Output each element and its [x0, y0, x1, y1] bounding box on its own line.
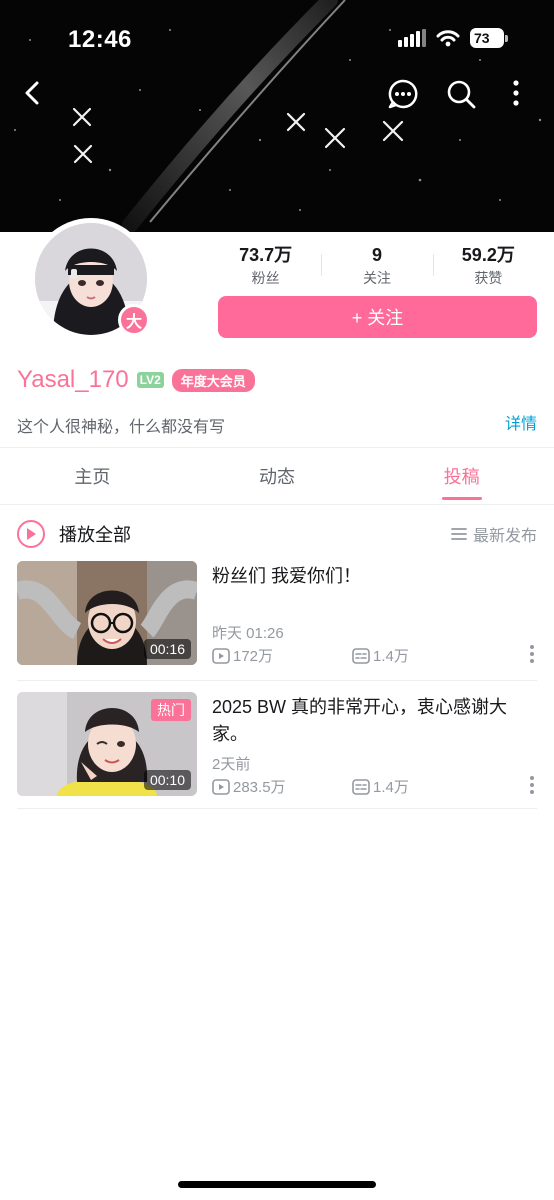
- divider: [17, 808, 537, 809]
- views-count: 172万: [233, 648, 274, 665]
- more-options-button[interactable]: [512, 80, 520, 111]
- video-more-button[interactable]: [529, 644, 535, 668]
- video-comments: 1.4万: [352, 645, 409, 666]
- vip-badge: 大: [118, 304, 150, 336]
- vertical-ellipsis-icon: [530, 775, 534, 794]
- comments-count: 1.4万: [373, 779, 409, 796]
- tab-dynamics[interactable]: 动态: [185, 448, 370, 504]
- battery-level: 73: [470, 28, 504, 48]
- search-icon: [447, 80, 476, 109]
- divider: [17, 680, 537, 681]
- video-duration: 00:10: [143, 770, 191, 790]
- video-comments: 1.4万: [352, 776, 409, 797]
- play-icon: [27, 528, 36, 540]
- video-views: 172万: [212, 645, 273, 666]
- status-time: 12:46: [68, 26, 132, 53]
- play-count-icon: [212, 647, 230, 664]
- stat-label: 获赞: [474, 270, 503, 286]
- play-count-icon: [212, 778, 230, 795]
- member-badge[interactable]: 年度大会员: [171, 368, 255, 392]
- vertical-ellipsis-icon: [530, 644, 534, 663]
- profile-stats: 73.7万 粉丝 9 关注 59.2万 获赞: [210, 244, 544, 288]
- divider: [0, 504, 554, 505]
- stat-value: 73.7万: [239, 245, 293, 265]
- video-item[interactable]: 热门 00:10 2025 BW 真的非常开心，衷心感谢大家。 2天前 283.…: [17, 692, 537, 796]
- play-all-button[interactable]: [17, 520, 45, 548]
- play-all-row: 播放全部 最新发布: [17, 518, 537, 550]
- sort-label: 最新发布: [472, 528, 537, 545]
- search-button[interactable]: [446, 79, 476, 114]
- video-thumbnail[interactable]: 00:16: [17, 561, 197, 665]
- battery-icon: 73: [470, 28, 508, 48]
- video-meta: 172万 1.4万: [212, 644, 537, 668]
- video-meta: 283.5万 1.4万: [212, 775, 537, 799]
- signal-icon: [398, 29, 426, 47]
- danmaku-icon: [352, 647, 370, 664]
- list-icon: [451, 528, 467, 540]
- danmaku-icon: [352, 778, 370, 795]
- sort-button[interactable]: 最新发布: [451, 522, 537, 546]
- wifi-icon: [436, 30, 460, 47]
- video-title[interactable]: 2025 BW 真的非常开心，衷心感谢大家。: [212, 694, 537, 748]
- chat-bubble-icon: [388, 79, 418, 109]
- play-all-label[interactable]: 播放全部: [59, 521, 131, 547]
- views-count: 283.5万: [233, 779, 286, 796]
- tab-uploads[interactable]: 投稿: [369, 448, 554, 504]
- comments-count: 1.4万: [373, 648, 409, 665]
- vertical-ellipsis-icon: [513, 80, 519, 106]
- stat-following[interactable]: 9 关注: [321, 244, 432, 288]
- profile-tabs: 主页 动态 投稿: [0, 448, 554, 504]
- video-item[interactable]: 00:16 粉丝们 我爱你们！ 昨天 01:26 172万 1.4万: [17, 561, 537, 665]
- video-thumbnail[interactable]: 热门 00:10: [17, 692, 197, 796]
- hot-badge: 热门: [151, 699, 191, 721]
- video-duration: 00:16: [143, 639, 191, 659]
- chevron-left-icon: [25, 81, 39, 105]
- status-icons: 73: [398, 28, 508, 48]
- profile-banner: 12:46 73: [0, 0, 554, 232]
- detail-link[interactable]: 详情: [505, 410, 537, 434]
- video-views: 283.5万: [212, 776, 286, 797]
- follow-button[interactable]: + 关注: [218, 296, 537, 338]
- tab-home[interactable]: 主页: [0, 448, 185, 504]
- stat-likes[interactable]: 59.2万 获赞: [432, 244, 544, 288]
- stat-label: 关注: [362, 270, 391, 286]
- video-publish-time: 昨天 01:26: [212, 625, 284, 642]
- bio-text: 这个人很神秘，什么都没有写: [17, 419, 226, 436]
- video-title[interactable]: 粉丝们 我爱你们！: [212, 563, 537, 590]
- stat-fans[interactable]: 73.7万 粉丝: [210, 244, 321, 288]
- back-button[interactable]: [22, 80, 44, 111]
- stat-label: 粉丝: [251, 270, 280, 286]
- message-button[interactable]: [387, 78, 419, 115]
- home-indicator[interactable]: [178, 1181, 376, 1188]
- video-more-button[interactable]: [529, 775, 535, 799]
- level-badge: LV2: [136, 372, 164, 388]
- stat-value: 9: [371, 245, 382, 265]
- username-row: Yasal_170 LV2 年度大会员: [17, 366, 255, 394]
- video-publish-time: 2天前: [212, 756, 251, 773]
- username: Yasal_170: [17, 366, 129, 393]
- stat-value: 59.2万: [461, 245, 515, 265]
